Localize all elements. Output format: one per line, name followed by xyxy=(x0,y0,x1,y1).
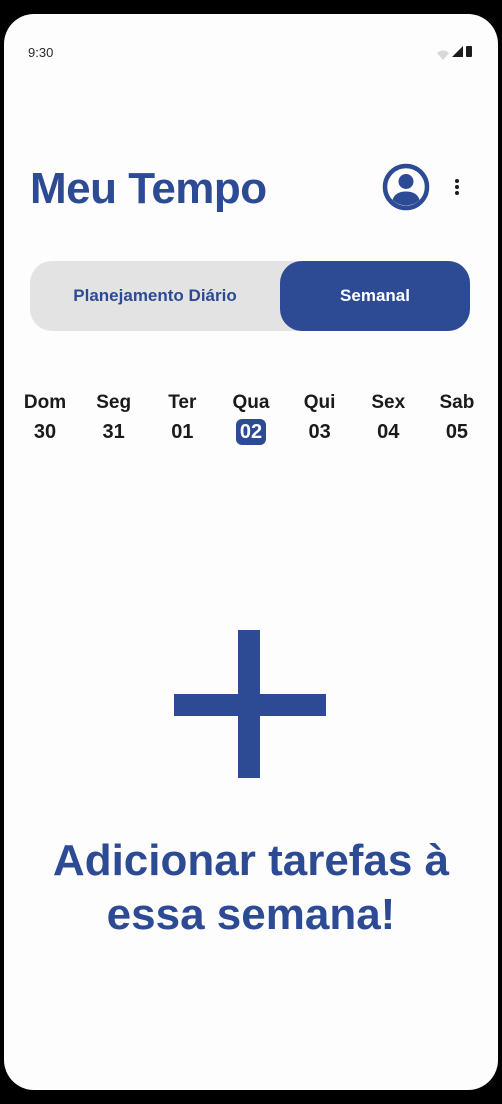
day-number: 05 xyxy=(445,421,469,443)
signal-icon xyxy=(452,46,463,57)
more-options-button[interactable] xyxy=(444,172,470,202)
page-title: Meu Tempo xyxy=(30,164,267,213)
day-name: Sab xyxy=(439,392,475,413)
tab-semanal[interactable]: Semanal xyxy=(280,261,470,331)
status-bar: 9:30 xyxy=(4,14,498,84)
day-name: Qui xyxy=(303,392,336,413)
account-circle-icon xyxy=(382,163,430,211)
day-item-qui[interactable]: Qui 03 xyxy=(289,392,351,445)
battery-icon xyxy=(466,46,472,57)
day-item-qua[interactable]: Qua 02 xyxy=(220,392,282,445)
day-item-sex[interactable]: Sex 04 xyxy=(357,392,419,445)
day-name: Qua xyxy=(232,392,270,413)
day-number: 01 xyxy=(171,421,194,443)
view-mode-toggle: Planejamento Diário Semanal xyxy=(30,261,470,331)
empty-message-line-1: Adicionar tarefas à xyxy=(52,836,450,885)
day-item-ter[interactable]: Ter 01 xyxy=(151,392,213,445)
week-days-row: Dom 30 Seg 31 Ter 01 Qua 02 Qui 03 Sex 0… xyxy=(14,392,488,445)
phone-screen: 9:30 Meu Tempo Planejamento Diário Seman… xyxy=(4,14,498,1090)
day-name: Seg xyxy=(96,392,132,413)
day-number: 30 xyxy=(33,421,57,443)
empty-state-message: Adicionar tarefas à essa semana! xyxy=(4,834,498,942)
day-name: Sex xyxy=(371,392,406,413)
profile-button[interactable] xyxy=(382,163,430,211)
wifi-icon xyxy=(437,47,449,60)
status-icons xyxy=(437,46,472,60)
day-number: 31 xyxy=(102,421,125,443)
day-item-sab[interactable]: Sab 05 xyxy=(426,392,488,445)
day-name: Ter xyxy=(168,392,197,413)
day-item-dom[interactable]: Dom 30 xyxy=(14,392,76,445)
add-task-button[interactable] xyxy=(174,630,326,778)
day-name: Dom xyxy=(23,392,67,413)
day-number: 03 xyxy=(308,421,331,443)
tab-planejamento-diario[interactable]: Planejamento Diário xyxy=(30,261,280,331)
day-number: 04 xyxy=(377,421,400,443)
more-vertical-icon xyxy=(444,179,470,195)
status-time: 9:30 xyxy=(28,45,54,60)
day-number-selected: 02 xyxy=(235,419,267,445)
empty-message-line-2: essa semana! xyxy=(106,890,396,939)
day-item-seg[interactable]: Seg 31 xyxy=(83,392,145,445)
